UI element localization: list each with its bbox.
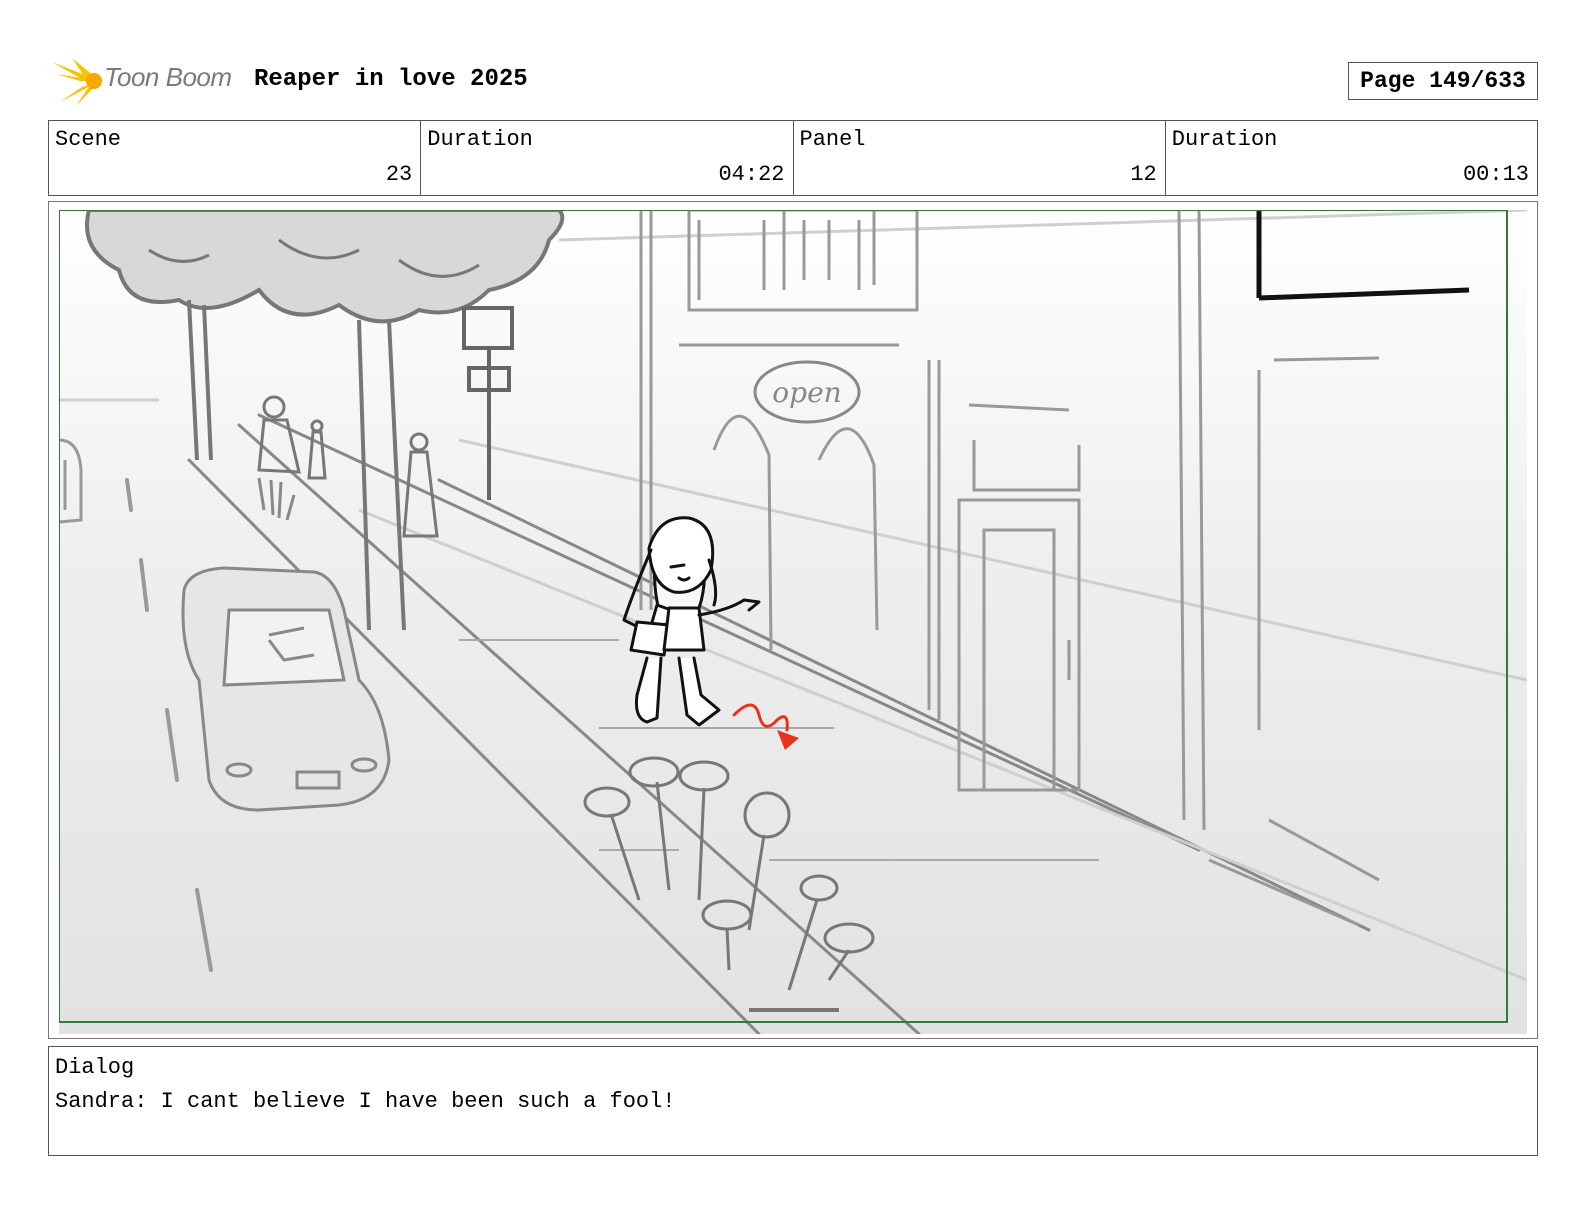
- panel-info-table: Scene 23 Duration 04:22 Panel 12 Duratio…: [48, 120, 1538, 196]
- scene-duration-label: Duration: [427, 127, 533, 152]
- page-indicator: Page 149/633: [1348, 62, 1538, 100]
- panel-sketch: open: [59, 210, 1527, 1034]
- panel-value: 12: [1130, 162, 1157, 187]
- scene-cell: Scene 23: [49, 121, 422, 195]
- panel-duration-value: 00:13: [1462, 162, 1529, 187]
- panel-label: Panel: [799, 127, 866, 152]
- project-title: Reaper in love 2025: [254, 66, 528, 93]
- panel-duration-cell: Duration 00:13: [1166, 121, 1537, 195]
- scene-value: 23: [385, 162, 413, 187]
- logo-wordmark: Toon Boom: [104, 62, 232, 92]
- scene-duration-value: 04:22: [718, 162, 785, 187]
- storyboard-panel: open: [48, 201, 1538, 1039]
- shop-sign-text: open: [772, 376, 841, 409]
- panel-duration-label: Duration: [1171, 127, 1278, 152]
- dialog-box: Dialog Sandra: I cant believe I have bee…: [48, 1046, 1538, 1156]
- dialog-label: Dialog: [55, 1055, 135, 1080]
- scene-duration-cell: Duration 04:22: [421, 121, 794, 195]
- panel-cell: Panel 12: [794, 121, 1166, 195]
- dialog-text: Sandra: I cant believe I have been such …: [55, 1089, 676, 1114]
- scene-label: Scene: [55, 127, 122, 152]
